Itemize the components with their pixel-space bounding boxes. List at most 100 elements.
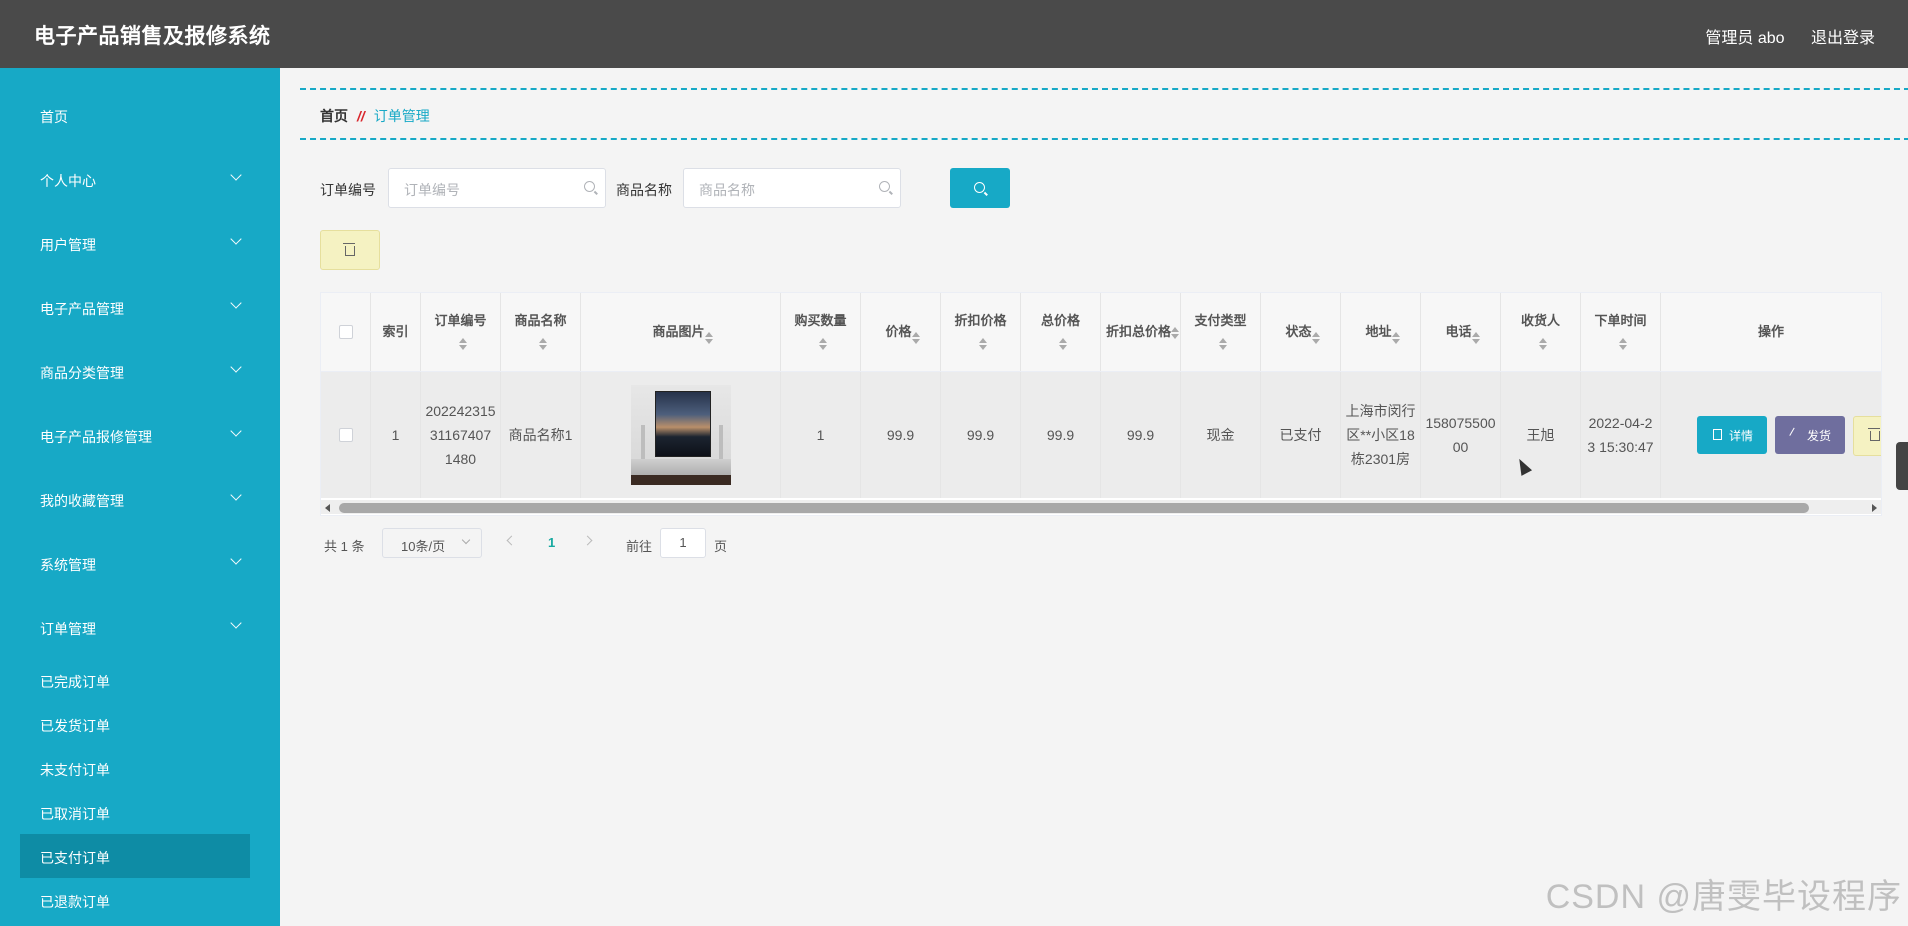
product-name-input[interactable]: 商品名称 [683,168,901,208]
row-delete-button[interactable] [1853,416,1881,456]
logout-link[interactable]: 退出登录 [1811,30,1875,47]
search-icon [974,182,985,193]
column-header[interactable]: 收货人 [1501,293,1581,371]
cell-order-no: 20224231531167407 1480 [425,403,496,467]
cell-quantity: 1 [816,427,825,443]
column-header[interactable]: 购买数量 [781,293,861,371]
page-suffix: 页 [714,539,728,554]
sidebar-subitem-cancelled-orders[interactable]: 已取消订单 [20,790,250,834]
cell-address: 上海市闵行区**小区18栋2301房 [1345,403,1416,467]
side-panel-toggle[interactable] [1896,442,1908,490]
sidebar-item-personal-center[interactable]: 个人中心 [0,148,280,212]
next-page-icon[interactable] [582,535,593,546]
column-header[interactable]: 索引 [371,293,421,371]
batch-delete-button[interactable] [320,230,380,270]
column-header[interactable]: 折扣总价格 [1101,293,1181,371]
sidebar-item-category-management[interactable]: 商品分类管理 [0,340,280,404]
column-header[interactable]: 支付类型 [1181,293,1261,371]
search-icon [879,181,890,192]
column-header[interactable]: 总价格 [1021,293,1101,371]
sidebar-subitem-label: 已发货订单 [40,718,110,734]
sidebar-subitem-paid-orders[interactable]: 已支付订单 [20,834,250,878]
sidebar-subitem-completed-orders[interactable]: 已完成订单 [20,658,250,702]
column-header[interactable]: 订单编号 [421,293,501,371]
document-icon [1713,429,1722,440]
sidebar-subitem-label: 未支付订单 [40,762,110,778]
current-page-number[interactable]: 1 [548,535,555,550]
sidebar-subitem-label: 已取消订单 [40,806,110,822]
column-header[interactable]: 下单时间 [1581,293,1661,371]
sidebar-item-label: 电子产品管理 [40,301,124,317]
column-header[interactable]: 折扣价格 [941,293,1021,371]
cell-index: 1 [391,427,400,443]
product-image [630,385,731,485]
sidebar-item-label: 电子产品报修管理 [40,429,152,445]
column-header[interactable]: 价格 [861,293,941,371]
sidebar-subitem-unpaid-orders[interactable]: 未支付订单 [20,746,250,790]
ship-button[interactable]: 发货 [1775,416,1845,454]
admin-user-label[interactable]: 管理员 abo [1705,30,1784,47]
cell-discount-price: 99.9 [966,427,995,443]
order-no-input[interactable]: 订单编号 [388,168,606,208]
column-header[interactable]: 状态 [1261,293,1341,371]
sidebar-subitem-shipped-orders[interactable]: 已发货订单 [20,702,250,746]
table-header: 索引 订单编号 商品名称 商品图片 购买数量 价格 折扣价格 总价格 折扣总价格… [321,293,1881,372]
cell-product-name: 商品名称1 [508,427,573,443]
ship-button-label: 发货 [1807,429,1832,443]
chevron-down-icon [230,361,242,373]
trash-icon [1868,428,1880,441]
sidebar-item-repair-management[interactable]: 电子产品报修管理 [0,404,280,468]
goto-page-input[interactable]: 1 [660,528,706,558]
sidebar-item-label: 个人中心 [40,173,96,189]
chevron-down-icon [230,297,242,309]
cell-order-time: 2022-04-23 15:30:47 [1587,415,1654,455]
cell-price: 99.9 [886,427,915,443]
detail-button[interactable]: 详情 [1697,416,1767,454]
breadcrumb: 首页 // 订单管理 [300,88,1908,140]
sidebar-item-label: 商品分类管理 [40,365,124,381]
scroll-left-arrow-icon[interactable] [325,504,330,512]
sidebar-subitem-refunded-orders[interactable]: 已退款订单 [20,878,250,922]
table-row: 1 20224231531167407 1480 商品名称1 1 99.9 99… [321,372,1881,498]
select-all-checkbox[interactable] [338,325,353,339]
detail-button-label: 详情 [1729,429,1754,443]
column-header[interactable]: 商品图片 [581,293,781,371]
row-actions: 详情 发货 [1661,372,1881,498]
column-header[interactable]: 地址 [1341,293,1421,371]
app-title: 电子产品销售及报修系统 [34,25,271,48]
goto-label: 前往 [626,539,653,554]
watermark: CSDN @唐雯毕设程序 [1545,878,1902,916]
order-no-placeholder: 订单编号 [404,182,460,198]
sidebar-item-system[interactable]: 系统管理 [0,532,280,596]
breadcrumb-separator: // [357,108,365,124]
breadcrumb-home[interactable]: 首页 [320,108,348,124]
column-header[interactable]: 电话 [1421,293,1501,371]
chevron-down-icon [230,169,242,181]
prev-page-icon[interactable] [506,535,517,546]
sidebar-item-label: 我的收藏管理 [40,493,124,509]
sidebar-item-label: 系统管理 [40,557,96,573]
sidebar-item-product-management[interactable]: 电子产品管理 [0,276,280,340]
product-name-label: 商品名称 [616,182,672,198]
search-button[interactable] [950,168,1010,208]
chevron-down-icon [230,553,242,565]
sidebar-item-user-management[interactable]: 用户管理 [0,212,280,276]
table-horizontal-scrollbar[interactable] [321,500,1881,514]
top-header: 电子产品销售及报修系统 管理员 abo 退出登录 [0,0,1908,68]
sidebar-subitem-label: 已支付订单 [40,850,110,866]
sidebar-item-label: 用户管理 [40,237,96,253]
order-no-label: 订单编号 [320,182,376,198]
product-name-placeholder: 商品名称 [699,182,755,198]
row-checkbox[interactable] [338,428,353,442]
chevron-down-icon [461,535,471,545]
cell-phone: 15807550000 [1425,415,1496,455]
sidebar-item-home[interactable]: 首页 [0,84,280,148]
column-header[interactable]: 商品名称 [501,293,581,371]
scroll-thumb[interactable] [339,503,1809,513]
sidebar-item-favorites[interactable]: 我的收藏管理 [0,468,280,532]
sidebar-item-orders[interactable]: 订单管理 [0,596,280,660]
chevron-down-icon [230,233,242,245]
scroll-right-arrow-icon[interactable] [1872,504,1877,512]
chevron-down-icon [230,489,242,501]
page-size-select[interactable]: 10条/页 [382,528,482,558]
